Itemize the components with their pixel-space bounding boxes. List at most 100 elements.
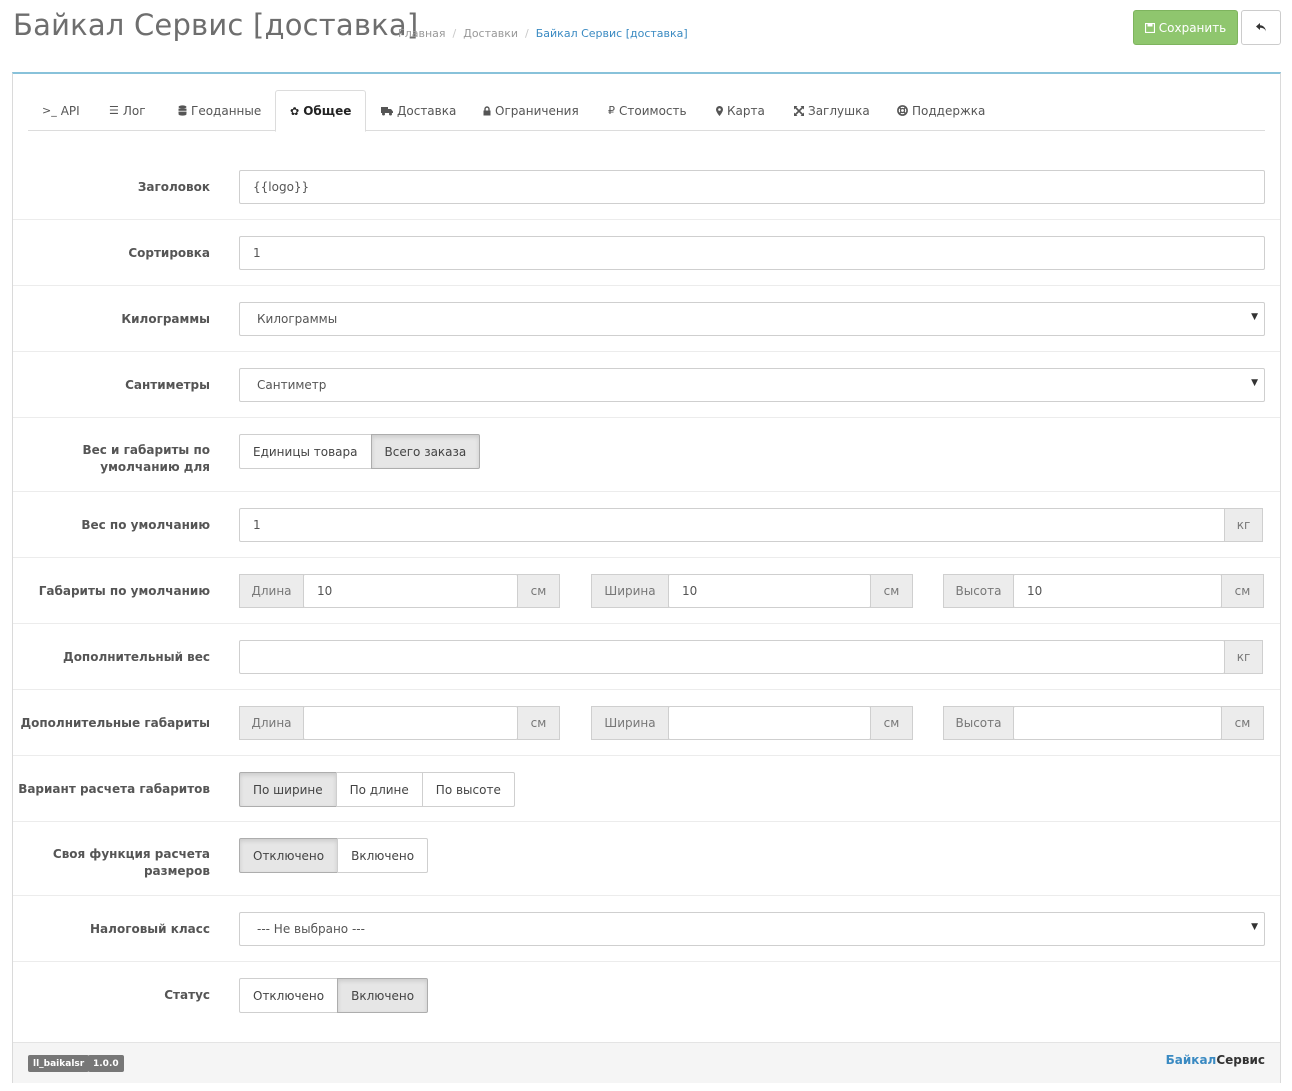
tab-cost[interactable]: ₽ Стоимость	[608, 90, 687, 131]
status-toggle: Отключено Включено	[239, 978, 429, 1013]
sort-order-input[interactable]: 1	[239, 236, 1265, 270]
map-marker-icon	[716, 105, 723, 116]
field-label: Сортировка	[128, 246, 210, 260]
floppy-icon	[1144, 22, 1155, 33]
extra-length-input[interactable]	[303, 706, 518, 740]
unit-kg: кг	[1224, 640, 1263, 674]
tab-label: Карта	[727, 103, 765, 118]
module-code-badge: ll_baikalsr	[28, 1055, 90, 1072]
breadcrumb-separator: /	[525, 27, 529, 40]
extra-height-input[interactable]	[1013, 706, 1222, 740]
calc-by-length-button[interactable]: По длине	[335, 772, 423, 807]
row-default-dims: Габариты по умолчанию Длина 10 см Ширина…	[13, 558, 1280, 624]
tab-label: API	[60, 103, 80, 118]
lifebuoy-icon	[897, 105, 908, 116]
chevron-down-icon: ▼	[1251, 378, 1258, 388]
status-on-button[interactable]: Включено	[337, 978, 429, 1013]
default-for-item-button[interactable]: Единицы товара	[239, 434, 372, 469]
calc-by-height-button[interactable]: По высоте	[421, 772, 515, 807]
width-addon: Ширина	[591, 574, 669, 608]
default-width-input[interactable]: 10	[668, 574, 871, 608]
tab-label: Стоимость	[619, 103, 687, 118]
custom-func-on-button[interactable]: Включено	[337, 838, 429, 873]
tab-label: Геоданные	[191, 103, 262, 118]
default-width-group: Ширина 10 см	[591, 574, 913, 608]
gear-icon: ✿	[290, 104, 300, 118]
unit-cm: см	[1221, 706, 1264, 740]
breadcrumb-current[interactable]: Байкал Сервис [доставка]	[536, 27, 688, 40]
tab-log[interactable]: ☰ Лог	[109, 90, 146, 131]
custom-func-off-button[interactable]: Отключено	[239, 838, 339, 873]
breadcrumb-home[interactable]: Главная	[398, 27, 446, 40]
weight-class-select[interactable]: Килограммы ▼	[239, 302, 1265, 336]
title-input[interactable]: {{logo}}	[239, 170, 1265, 204]
extra-weight-input[interactable]	[239, 640, 1225, 674]
tab-stub[interactable]: Заглушка	[794, 90, 870, 131]
unit-cm: см	[517, 706, 560, 740]
row-default-for: Вес и габариты по умолчанию для Единицы …	[13, 418, 1280, 492]
tab-restrictions[interactable]: Ограничения	[483, 90, 579, 131]
tab-bar: >_ API ☰ Лог Геоданные ✿ Общее Доставка …	[28, 90, 1265, 132]
row-extra-dims: Дополнительные габариты Длина см Ширина …	[13, 690, 1280, 756]
version-badge: 1.0.0	[88, 1055, 124, 1072]
custom-func-toggle: Отключено Включено	[239, 838, 429, 873]
field-label: Статус	[164, 988, 210, 1002]
save-button[interactable]: Сохранить	[1133, 10, 1238, 45]
row-title: Заголовок {{logo}}	[13, 154, 1280, 220]
tab-label: Поддержка	[912, 103, 986, 118]
tab-support[interactable]: Поддержка	[897, 90, 985, 131]
chevron-down-icon: ▼	[1251, 312, 1258, 322]
length-addon: Длина	[239, 574, 304, 608]
select-value: Сантиметр	[257, 378, 327, 392]
breadcrumb-shippings[interactable]: Доставки	[463, 27, 518, 40]
field-label: Килограммы	[121, 312, 210, 326]
tab-label: Заглушка	[808, 103, 870, 118]
row-cm: Сантиметры Сантиметр ▼	[13, 352, 1280, 418]
tab-api[interactable]: >_ API	[42, 90, 80, 131]
brand-part1: Байкал	[1165, 1053, 1217, 1067]
extra-length-group: Длина см	[239, 706, 560, 740]
ruble-icon: ₽	[608, 104, 615, 117]
length-class-select[interactable]: Сантиметр ▼	[239, 368, 1265, 402]
row-kg: Килограммы Килограммы ▼	[13, 286, 1280, 352]
page-title: Байкал Сервис [доставка]	[13, 8, 419, 42]
field-label: Вес и габариты по умолчанию для	[82, 443, 210, 474]
default-length-input[interactable]: 10	[303, 574, 518, 608]
default-length-group: Длина 10 см	[239, 574, 560, 608]
breadcrumb-separator: /	[452, 27, 457, 40]
field-label: Дополнительный вес	[63, 650, 210, 664]
extra-height-group: Высота см	[943, 706, 1264, 740]
tab-label: Лог	[122, 103, 146, 118]
tab-map[interactable]: Карта	[716, 90, 765, 131]
tab-label: Общее	[303, 104, 352, 118]
default-weight-input[interactable]: 1	[239, 508, 1225, 542]
default-for-order-button[interactable]: Всего заказа	[370, 434, 481, 469]
width-addon: Ширина	[591, 706, 669, 740]
calc-by-width-button[interactable]: По ширине	[239, 772, 337, 807]
default-weight-group: 1 кг	[239, 508, 1263, 542]
height-addon: Высота	[943, 574, 1014, 608]
chevron-down-icon: ▼	[1251, 922, 1258, 932]
row-custom-func: Своя функция расчета размеров Отключено …	[13, 822, 1280, 896]
status-off-button[interactable]: Отключено	[239, 978, 339, 1013]
extra-width-input[interactable]	[668, 706, 871, 740]
default-height-input[interactable]: 10	[1013, 574, 1222, 608]
tab-general[interactable]: ✿ Общее	[275, 90, 367, 132]
length-addon: Длина	[239, 706, 304, 740]
back-button[interactable]	[1241, 10, 1281, 45]
tab-geodata[interactable]: Геоданные	[178, 90, 261, 131]
tab-delivery[interactable]: Доставка	[381, 90, 456, 131]
field-label: Дополнительные габариты	[20, 716, 210, 730]
terminal-icon: >_	[42, 104, 57, 117]
tax-class-select[interactable]: --- Не выбрано --- ▼	[239, 912, 1265, 946]
field-label: Заголовок	[137, 180, 210, 194]
default-height-group: Высота 10 см	[943, 574, 1264, 608]
row-sort: Сортировка 1	[13, 220, 1280, 286]
list-icon: ☰	[109, 104, 119, 117]
panel-footer: ll_baikalsr 1.0.0 БайкалСервис	[13, 1042, 1280, 1083]
settings-panel: >_ API ☰ Лог Геоданные ✿ Общее Доставка …	[12, 72, 1281, 1083]
unit-cm: см	[1221, 574, 1264, 608]
extra-width-group: Ширина см	[591, 706, 913, 740]
database-icon	[178, 105, 187, 116]
row-status: Статус Отключено Включено	[13, 962, 1280, 1042]
